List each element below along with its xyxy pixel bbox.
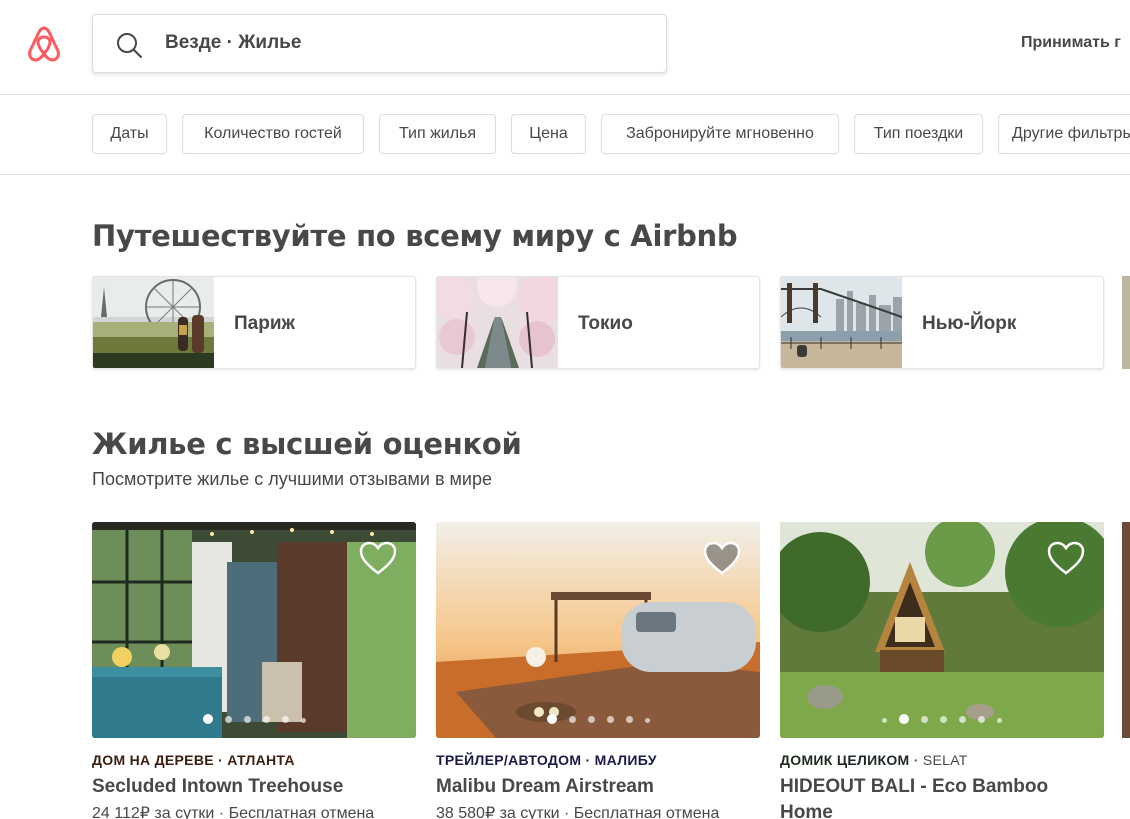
filter-more-button[interactable]: Другие фильтры [998,114,1130,154]
listing-type: ТРЕЙЛЕР/АВТОДОМ [436,752,582,768]
destination-card-tokyo[interactable]: Токио [436,276,760,369]
listing-title[interactable]: HIDEOUT BALI - Eco Bamboo Home [780,774,1100,819]
listing-photo[interactable] [436,522,760,738]
listing-location: SELAT [922,752,968,768]
search-icon [117,33,142,58]
tokyo-image [437,277,558,368]
listing-kicker: ДОМ НА ДЕРЕВЕ · АТЛАНТА [92,752,295,768]
top-rated-section-subtitle: Посмотрите жилье с лучшими отзывами в ми… [92,469,492,489]
heart-icon[interactable] [702,540,742,576]
listing-photo[interactable] [780,522,1104,738]
listing-cancellation: Бесплатная отмена [228,805,375,819]
paris-image [93,277,214,368]
top-bar: Везде · Жилье Принимать г [0,0,1130,95]
listing-type: ДОМ НА ДЕРЕВЕ [92,752,214,768]
listing-price: 24 112₽ [92,805,150,819]
listing-kicker: ТРЕЙЛЕР/АВТОДОМ · МАЛИБУ [436,752,657,768]
filter-home-type-button[interactable]: Тип жилья [379,114,496,154]
listing-title[interactable]: Malibu Dream Airstream [436,774,756,800]
airbnb-logo-icon[interactable] [24,24,64,64]
listing-cancellation: Бесплатная отмена [573,805,720,819]
search-query-text: Везде · Жилье [165,32,302,53]
listing-location: АТЛАНТА [227,752,295,768]
destination-card-partial[interactable] [1122,276,1130,369]
new-york-image [781,277,902,368]
listing-price-unit: за сутки [154,805,215,819]
listing-title[interactable]: Secluded Intown Treehouse [92,774,412,800]
top-rated-section-title: Жилье с высшей оценкой [92,427,522,461]
listing-price-line: 38 580₽ за сутки · Бесплатная отмена [436,803,719,819]
travel-section-title: Путешествуйте по всему миру с Airbnb [92,219,738,253]
destination-label: Токио [578,313,633,334]
listing-price-line: 24 112₽ за сутки · Бесплатная отмена [92,803,374,819]
filter-dates-button[interactable]: Даты [92,114,167,154]
photo-pagination [780,710,1104,728]
destination-card-paris[interactable]: Париж [92,276,416,369]
destination-label: Париж [234,313,295,334]
listing-card-bamboo-home[interactable]: ДОМИК ЦЕЛИКОМ · SELAT HIDEOUT BALI - Eco… [780,522,1104,819]
filter-guests-button[interactable]: Количество гостей [182,114,364,154]
heart-icon[interactable] [358,540,398,576]
destination-label: Нью-Йорк [922,313,1017,334]
listing-photo[interactable] [92,522,416,738]
listing-card-partial[interactable] [1122,522,1130,738]
filter-instant-book-button[interactable]: Забронируйте мгновенно [601,114,839,154]
listing-price: 38 580₽ [436,805,496,819]
listing-type: ДОМИК ЦЕЛИКОМ [780,752,910,768]
listing-location: МАЛИБУ [594,752,657,768]
filter-price-button[interactable]: Цена [511,114,586,154]
filter-bar: Даты Количество гостей Тип жилья Цена За… [0,95,1130,175]
destination-card-new-york[interactable]: Нью-Йорк [780,276,1104,369]
host-link[interactable]: Принимать г [1021,34,1121,52]
listing-price-unit: за сутки [499,805,560,819]
filter-trip-type-button[interactable]: Тип поездки [854,114,983,154]
listing-kicker: ДОМИК ЦЕЛИКОМ · SELAT [780,752,968,768]
photo-pagination [436,710,760,728]
listing-card-airstream[interactable]: ТРЕЙЛЕР/АВТОДОМ · МАЛИБУ Malibu Dream Ai… [436,522,760,819]
search-bar[interactable]: Везде · Жилье [92,14,667,73]
page: Везде · Жилье Принимать г Даты Количеств… [0,0,1130,819]
heart-icon[interactable] [1046,540,1086,576]
photo-pagination [92,710,416,728]
listing-card-treehouse[interactable]: ДОМ НА ДЕРЕВЕ · АТЛАНТА Secluded Intown … [92,522,416,819]
